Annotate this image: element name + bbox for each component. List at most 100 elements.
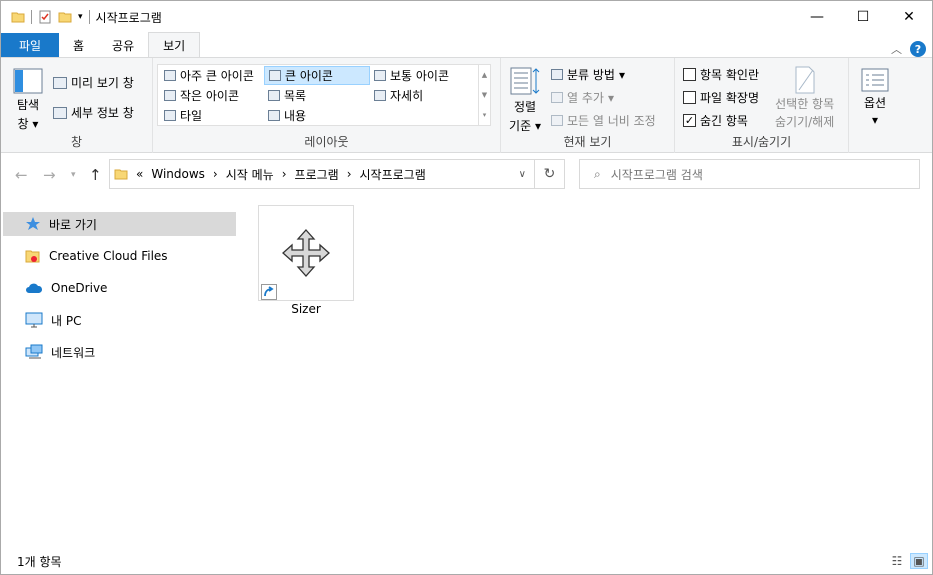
star-icon [26, 217, 40, 230]
address-history-chevron-icon[interactable]: ∨ [519, 169, 526, 180]
nav-item-creative-cloud[interactable]: Creative Cloud Files [3, 244, 236, 268]
breadcrumb-item[interactable]: 시작프로그램 [360, 166, 426, 183]
content-icon [268, 110, 280, 121]
details-view-button[interactable]: ☷ [888, 553, 906, 569]
layout-medium-icons[interactable]: 보통 아이콘 [370, 66, 453, 85]
collapse-ribbon-icon[interactable]: ︿ [891, 41, 902, 57]
layout-large-icons[interactable]: 큰 아이콘 [264, 66, 370, 85]
preview-pane-label: 미리 보기 창 [71, 76, 134, 90]
layout-gallery: 아주 큰 아이콘 큰 아이콘 보통 아이콘 작은 아이콘 목록 자세히 타일 내… [157, 64, 491, 126]
tab-view[interactable]: 보기 [148, 32, 201, 57]
details-pane-button[interactable]: 세부 정보 창 [53, 104, 134, 121]
refresh-button[interactable]: ↻ [535, 159, 565, 189]
navigation-pane-label-1: 탐색 [16, 98, 40, 112]
file-extensions-checkbox[interactable] [683, 91, 696, 104]
item-checkboxes-label: 항목 확인란 [700, 68, 760, 82]
nav-item-quick-access[interactable]: 바로 가기 [3, 212, 236, 236]
large-icons-view-icon: ▣ [913, 554, 925, 568]
chevron-right-icon[interactable]: › [282, 167, 287, 181]
minimize-button[interactable]: — [794, 1, 840, 33]
breadcrumb-overflow[interactable]: « [136, 167, 143, 181]
scroll-up-icon[interactable]: ▲ [482, 71, 487, 79]
hide-selected-button[interactable]: 선택한 항목 숨기기/해제 [775, 66, 834, 130]
address-bar[interactable]: « Windows › 시작 메뉴 › 프로그램 › 시작프로그램 ∨ [109, 159, 535, 189]
breadcrumb-item[interactable]: 시작 메뉴 [226, 166, 274, 183]
hide-selected-label-2: 숨기기/해제 [775, 115, 835, 129]
ribbon-tabs: 파일 홈 공유 보기 ︿ ? [1, 32, 932, 57]
customize-qat-icon[interactable]: ▾ [78, 12, 83, 22]
layout-label: 아주 큰 아이콘 [180, 69, 254, 83]
hidden-items-checkbox[interactable]: ✓ [683, 114, 696, 127]
preview-pane-icon [53, 76, 67, 89]
size-columns-icon [551, 115, 563, 126]
options-button[interactable]: 옵션 ▾ [861, 68, 889, 127]
ribbon-group-show-hide: 항목 확인란 파일 확장명 ✓ 숨긴 항목 선택한 항목 숨기기/해제 표시/숨기… [675, 58, 849, 153]
medium-icons-icon [374, 70, 386, 81]
group-label-pane: 창 [70, 135, 83, 149]
breadcrumb-item[interactable]: Windows [151, 167, 205, 181]
layout-tiles[interactable]: 타일 [160, 106, 206, 125]
forward-button[interactable]: → [43, 166, 56, 184]
layout-extra-large-icons[interactable]: 아주 큰 아이콘 [160, 66, 258, 85]
help-icon[interactable]: ? [910, 41, 926, 57]
hide-selected-icon [795, 66, 815, 94]
nav-item-onedrive[interactable]: OneDrive [3, 276, 236, 300]
options-label: 옵션 [863, 96, 887, 110]
tab-file[interactable]: 파일 [1, 33, 59, 57]
maximize-button[interactable]: ☐ [840, 1, 886, 33]
new-folder-icon[interactable] [58, 10, 72, 24]
navigation-pane-button[interactable]: 탐색 창 ▾ [13, 68, 43, 132]
group-by-button[interactable]: 분류 방법 ▾ [551, 66, 625, 83]
layout-small-icons[interactable]: 작은 아이콘 [160, 86, 243, 105]
divider [31, 10, 32, 24]
size-columns-button[interactable]: 모든 열 너비 조정 [551, 112, 656, 129]
file-name[interactable]: Sizer [258, 302, 354, 316]
properties-icon[interactable] [38, 10, 52, 24]
refresh-icon: ↻ [543, 166, 556, 182]
large-icons-view-button[interactable]: ▣ [910, 553, 928, 569]
search-icon: ⌕ [594, 166, 601, 181]
preview-pane-button[interactable]: 미리 보기 창 [53, 74, 134, 91]
ribbon-group-options: 옵션 ▾ [849, 58, 901, 153]
recent-locations-chevron-icon[interactable]: ▾ [71, 170, 76, 180]
group-label-layout: 레이아웃 [304, 135, 349, 149]
file-extensions-toggle[interactable]: 파일 확장명 [683, 89, 759, 106]
list-icon [268, 90, 280, 101]
navigation-pane-icon [13, 68, 43, 94]
layout-list[interactable]: 목록 [264, 86, 310, 105]
nav-item-label: Creative Cloud Files [49, 249, 168, 263]
sort-by-button[interactable]: 정렬 기준 ▾ [509, 66, 541, 134]
chevron-right-icon[interactable]: › [213, 167, 218, 181]
layout-content[interactable]: 내용 [264, 106, 310, 125]
layout-label: 작은 아이콘 [180, 89, 240, 103]
sort-label-2: 기준 ▾ [509, 119, 541, 133]
details-pane-icon [53, 106, 67, 119]
ribbon-group-current-view: 정렬 기준 ▾ 분류 방법 ▾ 열 추가 ▾ 모든 열 너비 조정 현재 보기 [501, 58, 675, 153]
gallery-more-icon[interactable]: ▾ [483, 111, 487, 119]
nav-item-this-pc[interactable]: 내 PC [3, 308, 236, 332]
tab-home[interactable]: 홈 [59, 33, 98, 57]
item-checkboxes-checkbox[interactable] [683, 68, 696, 81]
item-checkboxes-toggle[interactable]: 항목 확인란 [683, 66, 759, 83]
layout-details[interactable]: 자세히 [370, 86, 427, 105]
hidden-items-toggle[interactable]: ✓ 숨긴 항목 [683, 112, 748, 129]
tab-share[interactable]: 공유 [98, 33, 148, 57]
nav-item-network[interactable]: 네트워크 [3, 340, 236, 364]
add-columns-button[interactable]: 열 추가 ▾ [551, 89, 614, 106]
folder-icon [11, 12, 25, 23]
monitor-icon [25, 312, 43, 328]
breadcrumb-item[interactable]: 프로그램 [295, 166, 339, 183]
cloud-icon [26, 283, 43, 293]
up-button[interactable]: ↑ [89, 166, 102, 184]
chevron-right-icon[interactable]: › [347, 167, 352, 181]
details-view-icon: ☷ [891, 554, 903, 568]
file-item[interactable] [258, 205, 354, 301]
search-input[interactable]: ⌕ 시작프로그램 검색 [579, 159, 920, 189]
gallery-scrollbar[interactable]: ▲ ▼ ▾ [478, 65, 490, 125]
details-icon [374, 90, 386, 101]
back-button[interactable]: ← [15, 166, 28, 184]
nav-item-label: 바로 가기 [49, 217, 97, 232]
layout-label: 큰 아이콘 [285, 69, 333, 83]
close-button[interactable]: ✕ [886, 1, 932, 33]
scroll-down-icon[interactable]: ▼ [482, 91, 487, 99]
